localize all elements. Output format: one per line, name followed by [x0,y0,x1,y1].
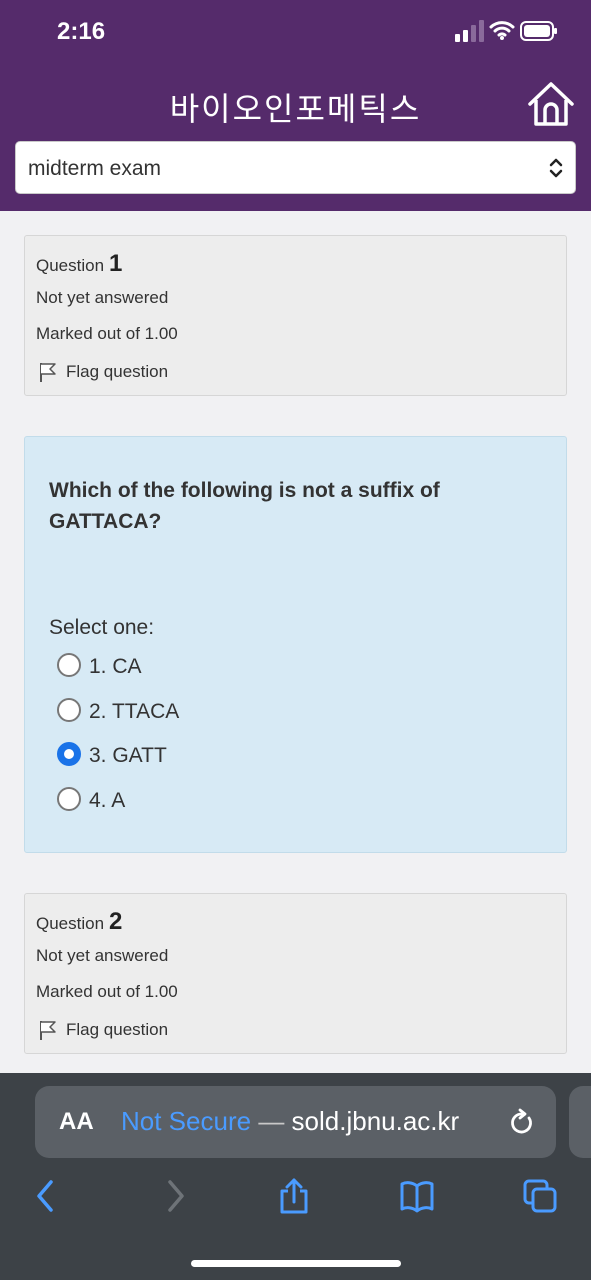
flag-question-label: Flag question [66,1020,169,1039]
question-1-content: Which of the following is not a suffix o… [24,436,567,853]
tabs-icon[interactable] [523,1178,557,1214]
answer-option-label: 1. CA [89,655,142,678]
section-select[interactable]: midterm exam [15,141,576,194]
question-text: Which of the following is not a suffix o… [49,479,440,533]
reload-icon[interactable] [509,1108,535,1136]
question-label: Question 2 [36,908,122,936]
wifi-icon [489,21,515,40]
flag-icon [40,1021,56,1040]
select-one-prompt: Select one: [49,616,155,639]
next-tab-preview[interactable] [569,1086,591,1158]
aa-label: AA [59,1108,94,1135]
question-1-info: Question 1 Not yet answered Marked out of… [24,235,567,396]
cellular-signal-icon [455,20,484,42]
address-bar[interactable]: AA Not Secure — sold.jbnu.ac.kr [35,1086,556,1158]
answer-option-label: 4. A [89,789,126,812]
url-text[interactable]: Not Secure — sold.jbnu.ac.kr [121,1106,459,1137]
not-secure-label: Not Secure [121,1106,252,1136]
forward-icon[interactable] [158,1178,192,1214]
question-grade: Marked out of 1.00 [36,324,178,343]
answer-option-label: 2. TTACA [89,700,180,723]
flag-question-label: Flag question [66,362,169,381]
question-label-text: Question [36,256,105,275]
bookmarks-icon[interactable] [400,1178,434,1214]
question-state: Not yet answered [36,946,169,965]
question-2-info: Question 2 Not yet answered Marked out of… [24,893,567,1054]
flag-icon [40,363,56,382]
answer-option-label: 3. GATT [89,744,167,767]
radio-button[interactable] [57,653,81,677]
status-time: 2:16 [57,18,106,45]
radio-button[interactable] [57,787,81,811]
reader-aa-button[interactable]: AA [59,1108,94,1136]
question-label-text: Question [36,914,105,933]
url-domain: sold.jbnu.ac.kr [291,1106,460,1136]
question-state: Not yet answered [36,288,169,307]
course-title: 바이오인포메틱스 [169,90,422,128]
app-header: 2:16 바이오인포메틱스 midterm exam [0,0,591,211]
browser-toolbar: AA Not Secure — sold.jbnu.ac.kr [0,1073,591,1280]
question-number: 1 [109,250,123,277]
home-icon[interactable] [526,80,576,128]
question-label: Question 1 [36,250,122,278]
radio-button[interactable] [57,698,81,722]
home-indicator [191,1260,401,1267]
question-grade: Marked out of 1.00 [36,982,178,1001]
share-icon[interactable] [277,1178,311,1214]
radio-button-selected[interactable] [57,742,81,766]
section-select-value: midterm exam [28,157,162,180]
chevron-updown-icon [549,158,563,178]
question-number: 2 [109,908,123,935]
url-separator: — [258,1106,285,1136]
battery-icon [520,21,557,41]
back-icon[interactable] [29,1178,63,1214]
